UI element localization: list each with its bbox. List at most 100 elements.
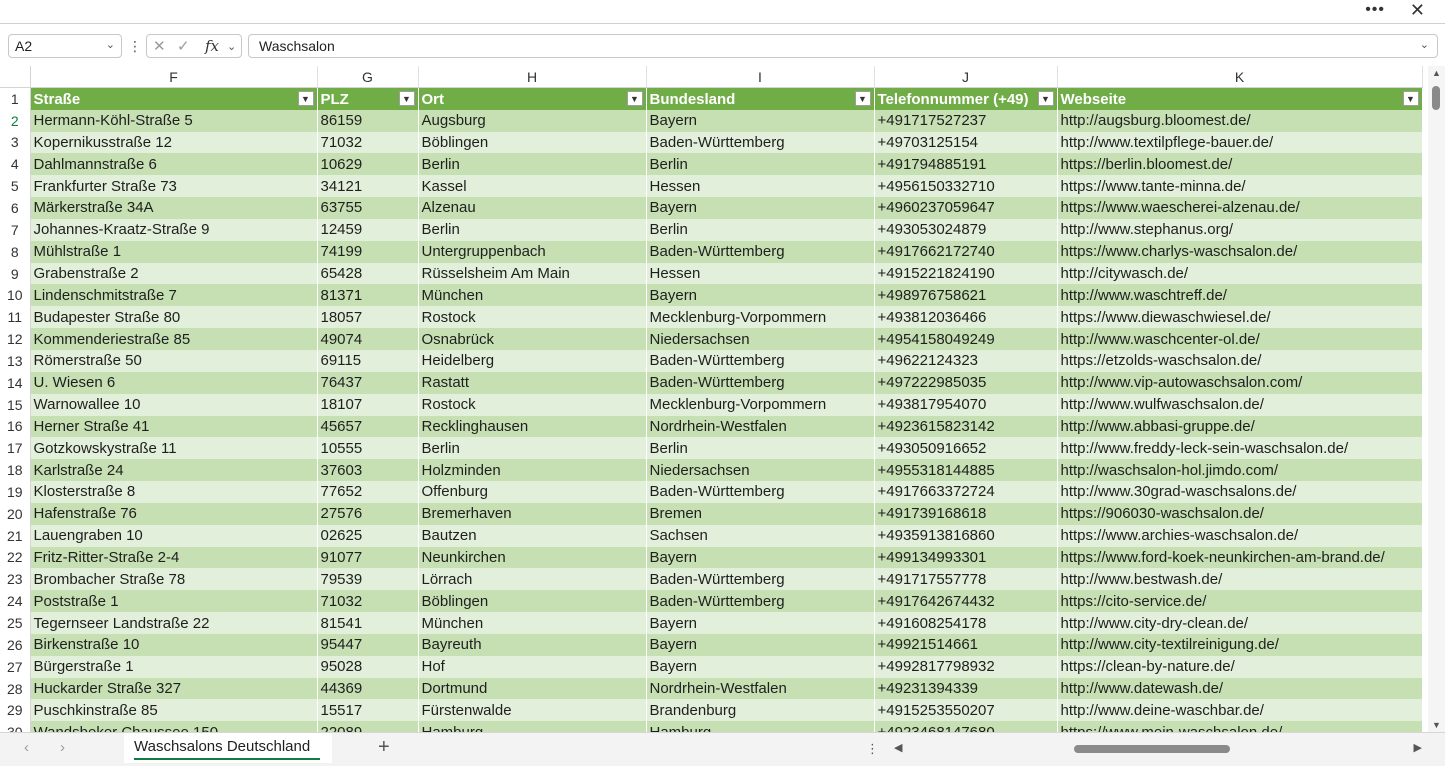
table-cell[interactable]: +49622124323 [874, 349, 1058, 372]
row-number[interactable]: 9 [0, 262, 31, 285]
table-cell[interactable]: http://www.textilpflege-bauer.de/ [1057, 131, 1423, 154]
row-number[interactable]: 2 [0, 109, 31, 132]
formula-bar-options-icon[interactable]: ⋮ [128, 38, 142, 55]
column-header[interactable]: K [1057, 66, 1423, 89]
table-cell[interactable]: Bayern [646, 655, 875, 678]
table-cell[interactable]: http://www.datewash.de/ [1057, 677, 1423, 700]
row-number[interactable]: 13 [0, 349, 31, 372]
add-sheet-button[interactable]: + [378, 736, 390, 759]
table-cell[interactable]: Warnowallee 10 [30, 393, 318, 416]
row-number[interactable]: 11 [0, 306, 31, 329]
scroll-thumb[interactable] [1432, 86, 1440, 110]
table-cell[interactable]: 76437 [317, 371, 419, 394]
header-cell[interactable]: Bundesland ▼ [646, 87, 875, 110]
table-cell[interactable]: Niedersachsen [646, 328, 875, 350]
table-cell[interactable]: Böblingen [418, 131, 647, 154]
table-cell[interactable]: Neunkirchen [418, 546, 647, 569]
table-cell[interactable]: +499134993301 [874, 546, 1058, 569]
scroll-right-icon[interactable]: ▶ [1414, 741, 1422, 754]
table-cell[interactable]: http://www.bestwash.de/ [1057, 568, 1423, 591]
table-cell[interactable]: Brandenburg [646, 699, 875, 722]
expand-formula-icon[interactable]: ⌄ [1420, 38, 1429, 51]
table-cell[interactable]: http://www.waschcenter-ol.de/ [1057, 328, 1423, 350]
chevron-down-icon[interactable]: ⌄ [106, 38, 115, 51]
table-cell[interactable]: 27576 [317, 502, 419, 525]
next-sheet-icon[interactable]: › [60, 739, 65, 756]
table-cell[interactable]: Hamburg [418, 721, 647, 732]
select-all-corner[interactable] [0, 66, 31, 89]
table-cell[interactable]: Rastatt [418, 371, 647, 394]
table-cell[interactable]: Bayern [646, 284, 875, 307]
name-box[interactable]: A2 ⌄ [8, 34, 122, 58]
table-cell[interactable]: Osnabrück [418, 328, 647, 350]
table-cell[interactable]: Baden-Württemberg [646, 240, 875, 263]
table-cell[interactable]: Bayern [646, 612, 875, 634]
table-cell[interactable]: +493812036466 [874, 306, 1058, 329]
table-cell[interactable]: http://www.stephanus.org/ [1057, 218, 1423, 241]
column-header[interactable]: I [646, 66, 875, 89]
formula-input[interactable]: Waschsalon ⌄ [248, 34, 1438, 58]
table-cell[interactable]: +49703125154 [874, 131, 1058, 154]
table-cell[interactable]: Kopernikusstraße 12 [30, 131, 318, 154]
table-cell[interactable]: Lindenschmitstraße 7 [30, 284, 318, 307]
table-cell[interactable]: Baden-Württemberg [646, 590, 875, 613]
table-cell[interactable]: Dortmund [418, 677, 647, 700]
table-cell[interactable]: https://clean-by-nature.de/ [1057, 655, 1423, 678]
table-cell[interactable]: +4915253550207 [874, 699, 1058, 722]
table-cell[interactable]: Bautzen [418, 524, 647, 547]
table-cell[interactable]: 95028 [317, 655, 419, 678]
table-cell[interactable]: Hessen [646, 175, 875, 198]
table-cell[interactable]: Berlin [418, 218, 647, 241]
header-cell[interactable]: Webseite ▼ [1057, 87, 1423, 110]
table-cell[interactable]: Nordrhein-Westfalen [646, 677, 875, 700]
table-cell[interactable]: Herner Straße 41 [30, 415, 318, 438]
table-cell[interactable]: 18057 [317, 306, 419, 329]
table-cell[interactable]: Mühlstraße 1 [30, 240, 318, 263]
table-cell[interactable]: Bayern [646, 109, 875, 132]
table-cell[interactable]: +4935913816860 [874, 524, 1058, 547]
row-number[interactable]: 8 [0, 240, 31, 263]
table-cell[interactable]: http://augsburg.bloomest.de/ [1057, 109, 1423, 132]
table-cell[interactable]: Recklinghausen [418, 415, 647, 438]
table-cell[interactable]: +4917662172740 [874, 240, 1058, 263]
row-number[interactable]: 25 [0, 612, 31, 634]
table-cell[interactable]: Bayreuth [418, 633, 647, 656]
more-options-icon[interactable]: ••• [1365, 1, 1385, 19]
table-cell[interactable]: Huckarder Straße 327 [30, 677, 318, 700]
sheet-tab[interactable]: Waschsalons Deutschland [124, 733, 332, 763]
table-cell[interactable]: 69115 [317, 349, 419, 372]
table-cell[interactable]: Fürstenwalde [418, 699, 647, 722]
table-cell[interactable]: Johannes-Kraatz-Straße 9 [30, 218, 318, 241]
table-cell[interactable]: 10629 [317, 153, 419, 176]
table-cell[interactable]: 81541 [317, 612, 419, 634]
table-cell[interactable]: Wandsbeker Chaussee 150 [30, 721, 318, 732]
table-cell[interactable]: Bremerhaven [418, 502, 647, 525]
table-cell[interactable]: +49231394339 [874, 677, 1058, 700]
table-cell[interactable]: +4954158049249 [874, 328, 1058, 350]
table-cell[interactable]: Birkenstraße 10 [30, 633, 318, 656]
table-cell[interactable]: https://berlin.bloomest.de/ [1057, 153, 1423, 176]
table-cell[interactable]: 71032 [317, 131, 419, 154]
table-cell[interactable]: 71032 [317, 590, 419, 613]
table-cell[interactable]: +4917642674432 [874, 590, 1058, 613]
column-header[interactable]: H [418, 66, 647, 89]
table-cell[interactable]: 44369 [317, 677, 419, 700]
column-header[interactable]: J [874, 66, 1058, 89]
table-cell[interactable]: +498976758621 [874, 284, 1058, 307]
table-cell[interactable]: München [418, 612, 647, 634]
horizontal-scrollbar[interactable]: ◀ ▶ [888, 742, 1428, 756]
close-icon[interactable]: ✕ [1410, 0, 1425, 21]
spreadsheet-grid[interactable]: F G H I J K 1 Straße ▼ PLZ ▼ Ort ▼ Bundesla… [0, 66, 1428, 732]
row-number[interactable]: 24 [0, 590, 31, 613]
table-cell[interactable]: Hamburg [646, 721, 875, 732]
header-cell[interactable]: Ort ▼ [418, 87, 647, 110]
table-cell[interactable]: +491739168618 [874, 502, 1058, 525]
table-cell[interactable]: 18107 [317, 393, 419, 416]
table-cell[interactable]: 86159 [317, 109, 419, 132]
table-cell[interactable]: http://citywasch.de/ [1057, 262, 1423, 285]
row-number[interactable]: 16 [0, 415, 31, 438]
row-number[interactable]: 6 [0, 197, 31, 219]
table-cell[interactable]: Berlin [646, 153, 875, 176]
table-cell[interactable]: Rostock [418, 306, 647, 329]
table-cell[interactable]: Rüsselsheim Am Main [418, 262, 647, 285]
